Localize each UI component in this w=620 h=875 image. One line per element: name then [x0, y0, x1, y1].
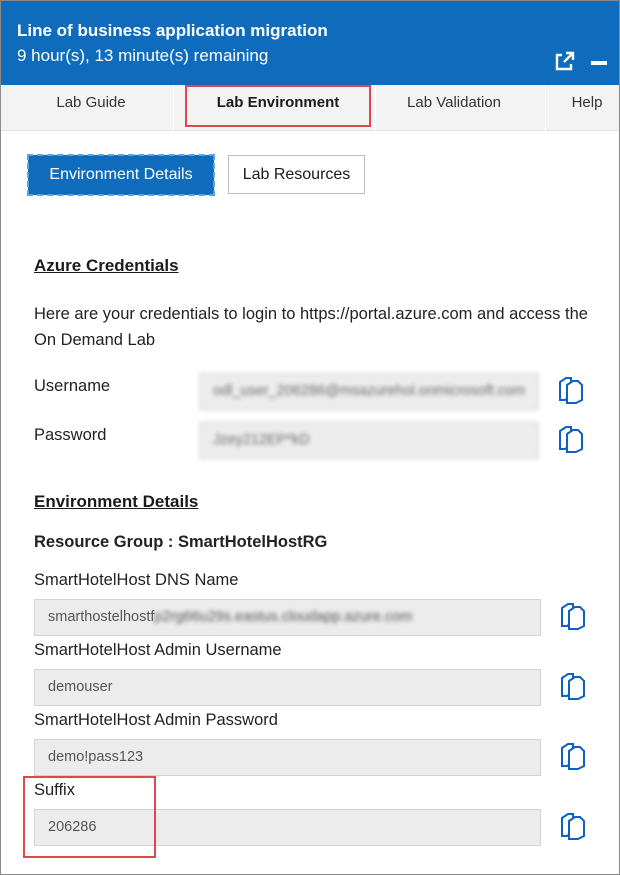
suffix-label: Suffix [34, 781, 75, 799]
copy-username-icon[interactable] [556, 376, 584, 404]
dns-name-blurred: p2rg66u29s.eastus.cloudapp.azure.com [154, 609, 413, 625]
header-bar: Line of business application migration 9… [1, 1, 619, 85]
copy-password-icon[interactable] [556, 425, 584, 453]
tab-bar: Lab Guide Lab Environment Lab Validation… [1, 85, 619, 131]
tab-lab-validation[interactable]: Lab Validation [386, 85, 522, 131]
admin-password-field[interactable]: demo!pass123 [34, 739, 541, 776]
username-label: Username [34, 377, 111, 395]
tab-lab-environment[interactable]: Lab Environment [187, 85, 369, 131]
dns-name-field[interactable]: smarthostelhostfp2rg66u29s.eastus.clouda… [34, 599, 541, 636]
password-field[interactable]: Jzey212EP*kD [199, 422, 539, 459]
resource-group-label: Resource Group : SmartHotelHostRG [34, 533, 328, 551]
tab-divider [173, 85, 174, 131]
time-remaining: 9 hour(s), 13 minute(s) remaining [17, 46, 269, 65]
tab-help[interactable]: Help [557, 85, 617, 131]
suffix-field[interactable]: 206286 [34, 809, 541, 846]
username-field[interactable]: odl_user_206286@msazurehol.onmicrosoft.c… [199, 373, 539, 410]
password-label: Password [34, 426, 107, 444]
copy-suffix-icon[interactable] [558, 812, 586, 840]
tab-divider [375, 85, 376, 131]
admin-username-label: SmartHotelHost Admin Username [34, 641, 282, 659]
copy-dns-icon[interactable] [558, 602, 586, 630]
minimize-icon[interactable] [590, 56, 608, 70]
environment-details-button[interactable]: Environment Details [27, 154, 215, 196]
admin-username-field[interactable]: demouser [34, 669, 541, 706]
tab-lab-guide[interactable]: Lab Guide [31, 85, 151, 131]
copy-admin-password-icon[interactable] [558, 742, 586, 770]
tab-divider [545, 85, 546, 131]
dns-name-label: SmartHotelHost DNS Name [34, 571, 239, 589]
azure-credentials-heading: Azure Credentials [34, 256, 179, 275]
dns-name-visible: smarthostelhostf [48, 609, 155, 625]
environment-details-heading: Environment Details [34, 492, 199, 511]
copy-admin-username-icon[interactable] [558, 672, 586, 700]
lab-title: Line of business application migration [17, 21, 328, 40]
credentials-description: Here are your credentials to login to ht… [34, 305, 588, 349]
popout-icon[interactable] [553, 51, 575, 73]
lab-resources-button[interactable]: Lab Resources [228, 155, 365, 194]
admin-password-label: SmartHotelHost Admin Password [34, 711, 278, 729]
